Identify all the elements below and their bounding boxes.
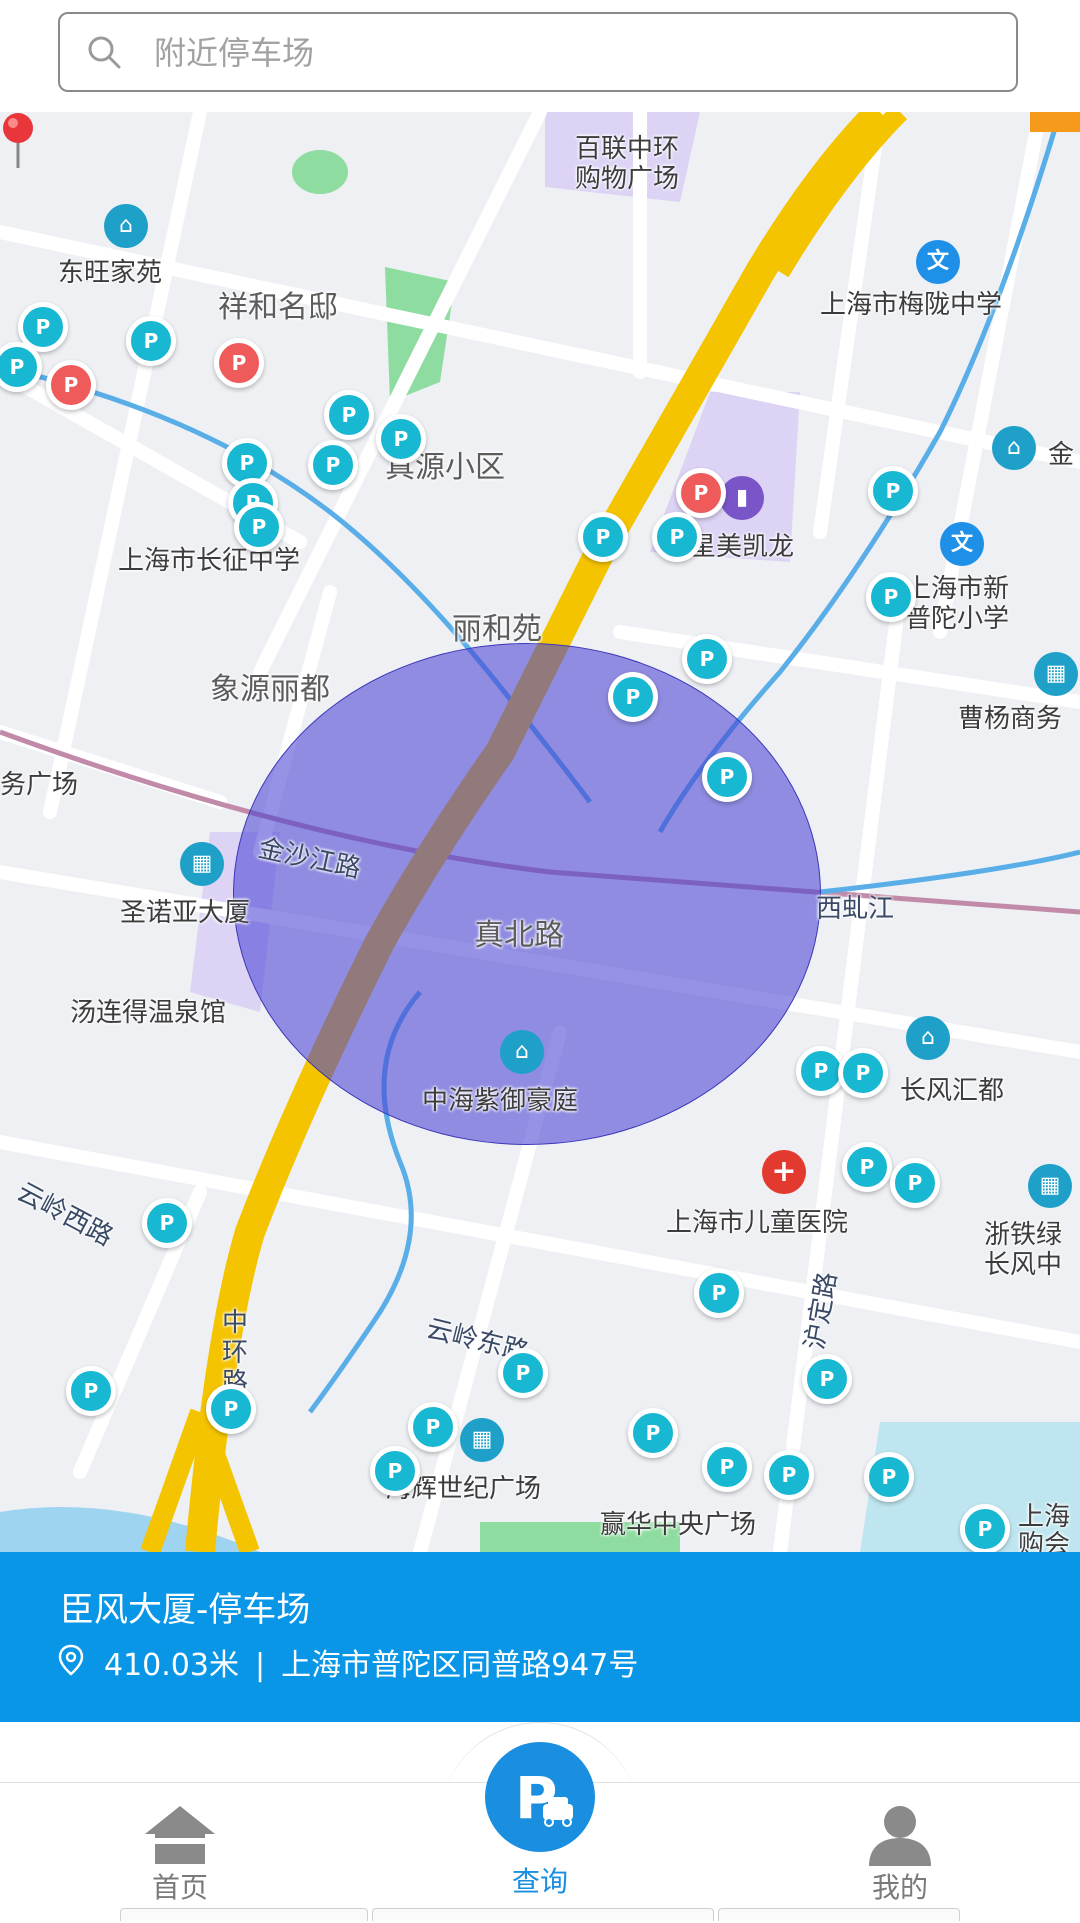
parking-pin[interactable]: P (866, 572, 916, 622)
parking-pin[interactable]: P (308, 440, 358, 490)
current-location-label: 真北路 (474, 918, 564, 953)
parking-pin[interactable]: P (376, 414, 426, 464)
parking-pin[interactable]: P (142, 1198, 192, 1248)
parking-meta: 410.03米 | 上海市普陀区同普路947号 (104, 1640, 638, 1684)
parking-pin[interactable]: P (890, 1158, 940, 1208)
parking-query-icon: P (485, 1742, 595, 1852)
nav-query[interactable]: P 查询 (480, 1742, 600, 1900)
parking-pin-red[interactable]: P (214, 338, 264, 388)
area-label: 汤连得温泉馆 (70, 998, 227, 1028)
building-poi-icon[interactable]: ▦ (1028, 1164, 1072, 1208)
area-label: 长风汇都 (900, 1076, 1005, 1106)
parking-pin[interactable]: P (694, 1268, 744, 1318)
house-poi-icon[interactable]: ⌂ (500, 1030, 544, 1074)
area-label: 圣诺亚大厦 (120, 898, 251, 928)
parking-pin[interactable]: P (960, 1504, 1010, 1552)
parking-pin[interactable]: P (608, 672, 658, 722)
area-label: 祥和名邸 (218, 290, 338, 325)
parking-pin[interactable]: P (802, 1354, 852, 1404)
parking-pin-red[interactable]: P (676, 468, 726, 518)
parking-pin[interactable]: P (682, 634, 732, 684)
building-poi-icon[interactable]: ▦ (1034, 652, 1078, 696)
bottom-navigation: 首页 P 查询 我的 (0, 1722, 1080, 1923)
user-icon (869, 1806, 931, 1866)
area-label: 上海市儿童医院 (666, 1208, 849, 1238)
area-label: 长风中 (984, 1250, 1063, 1280)
parking-pin[interactable]: P (842, 1142, 892, 1192)
location-icon (58, 1644, 84, 1676)
school-poi-icon[interactable]: 文 (940, 522, 984, 566)
nav-home[interactable]: 首页 (130, 1804, 230, 1906)
bottom-edge-tab (372, 1908, 714, 1921)
bottom-edge-tab (718, 1908, 960, 1921)
parking-pin[interactable]: P (66, 1366, 116, 1416)
building-poi-icon[interactable]: ▦ (460, 1418, 504, 1462)
area-label: 象源丽都 (210, 672, 330, 707)
area-label: 东旺家苑 (58, 258, 163, 288)
house-poi-icon[interactable]: ⌂ (906, 1016, 950, 1060)
parking-pin[interactable]: P (652, 512, 702, 562)
hospital-poi-icon[interactable]: + (762, 1150, 806, 1194)
parking-distance: 410.03米 (104, 1648, 239, 1683)
map-view[interactable]: 百联中环 购物广场 东旺家苑 祥和名邸 上海市梅陇中学 真源小区 金 星美凯龙 … (0, 112, 1080, 1552)
nav-mine[interactable]: 我的 (850, 1804, 950, 1906)
parking-pin[interactable]: P (234, 502, 284, 552)
parking-pin[interactable]: P (702, 752, 752, 802)
parking-pin[interactable]: P (838, 1048, 888, 1098)
search-bar (0, 0, 1080, 112)
meta-separator: | (254, 1648, 266, 1683)
current-location-pin-icon (3, 113, 33, 168)
school-poi-icon[interactable]: 文 (916, 240, 960, 284)
area-label: 购物广场 (575, 164, 680, 194)
parking-pin[interactable]: P (408, 1402, 458, 1452)
building-poi-icon[interactable]: ▦ (180, 842, 224, 886)
parking-pin[interactable]: P (764, 1450, 814, 1500)
area-label: 星美凯龙 (690, 532, 795, 562)
parking-address: 上海市普陀区同普路947号 (281, 1648, 639, 1683)
area-label: 中海紫御豪庭 (422, 1086, 579, 1116)
parking-pin[interactable]: P (628, 1408, 678, 1458)
nav-mine-label: 我的 (871, 1871, 928, 1904)
parking-pin-red[interactable]: P (46, 360, 96, 410)
area-label: 普陀小学 (905, 604, 1010, 634)
area-label: 曹杨商务 (958, 704, 1063, 734)
area-label: 购会 (1018, 1530, 1071, 1552)
search-icon (88, 36, 121, 69)
search-input[interactable] (152, 14, 996, 92)
search-box[interactable] (58, 12, 1018, 92)
parking-pin[interactable]: P (206, 1384, 256, 1434)
nav-home-label: 首页 (151, 1871, 208, 1904)
parking-pin[interactable]: P (126, 316, 176, 366)
area-label: 赢华中央广场 (600, 1510, 757, 1540)
parking-name: 臣风大厦-停车场 (60, 1590, 311, 1630)
parking-pin[interactable]: P (578, 512, 628, 562)
nav-query-label: 查询 (511, 1865, 568, 1898)
road-label: 西虬江 (816, 894, 895, 924)
house-poi-icon[interactable]: ⌂ (992, 426, 1036, 470)
bottom-edge-tab (120, 1908, 368, 1921)
area-label: 金 (1048, 440, 1075, 470)
parking-pin[interactable]: P (324, 390, 374, 440)
home-icon (145, 1806, 215, 1864)
area-label: 丽和苑 (452, 612, 542, 647)
parking-pin[interactable]: P (702, 1442, 752, 1492)
parking-pin[interactable]: P (370, 1446, 420, 1496)
area-label: 务广场 (0, 770, 79, 800)
shop-poi-icon[interactable]: ▮ (720, 476, 764, 520)
parking-pin[interactable]: P (498, 1348, 548, 1398)
parking-info-panel[interactable]: 臣风大厦-停车场 410.03米 | 上海市普陀区同普路947号 (0, 1552, 1080, 1722)
area-label: 上海市梅陇中学 (820, 290, 1003, 320)
parking-pin[interactable]: P (864, 1452, 914, 1502)
parking-pin[interactable]: P (868, 466, 918, 516)
house-poi-icon[interactable]: ⌂ (104, 204, 148, 248)
